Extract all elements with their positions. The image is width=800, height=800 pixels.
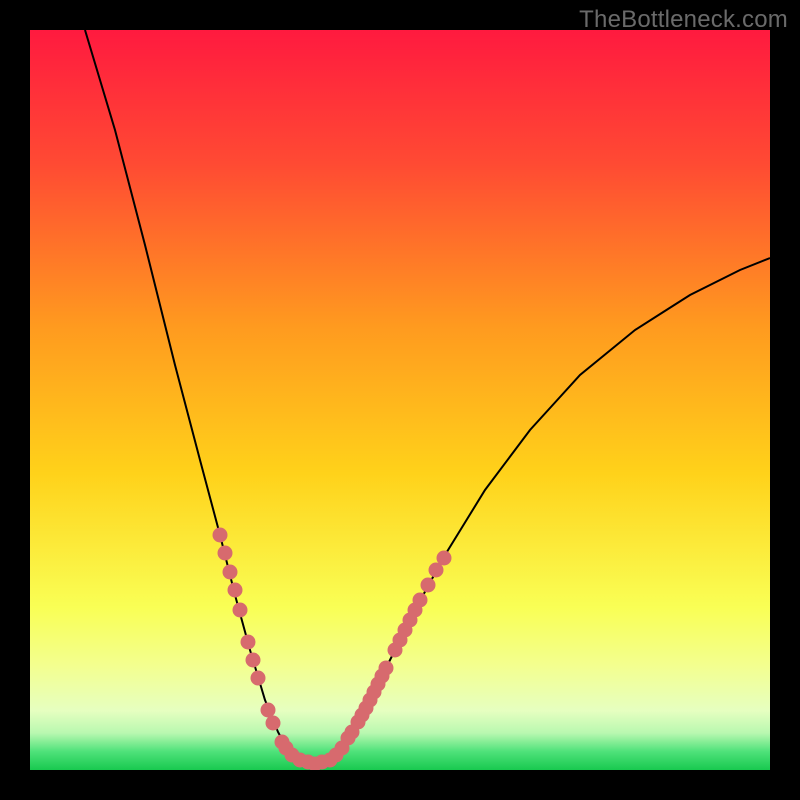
scatter-dot xyxy=(233,603,248,618)
scatter-dot xyxy=(251,671,266,686)
scatter-dot xyxy=(223,565,238,580)
bottleneck-chart xyxy=(30,30,770,770)
scatter-dot xyxy=(218,546,233,561)
scatter-dot xyxy=(266,716,281,731)
scatter-dot xyxy=(421,578,436,593)
plot-area xyxy=(30,30,770,770)
scatter-dot xyxy=(228,583,243,598)
scatter-dot xyxy=(213,528,228,543)
scatter-dot xyxy=(246,653,261,668)
scatter-dot xyxy=(261,703,276,718)
scatter-dot xyxy=(413,593,428,608)
scatter-dot xyxy=(437,551,452,566)
chart-frame: TheBottleneck.com xyxy=(0,0,800,800)
scatter-dot xyxy=(379,661,394,676)
gradient-background xyxy=(30,30,770,770)
scatter-dot xyxy=(241,635,256,650)
